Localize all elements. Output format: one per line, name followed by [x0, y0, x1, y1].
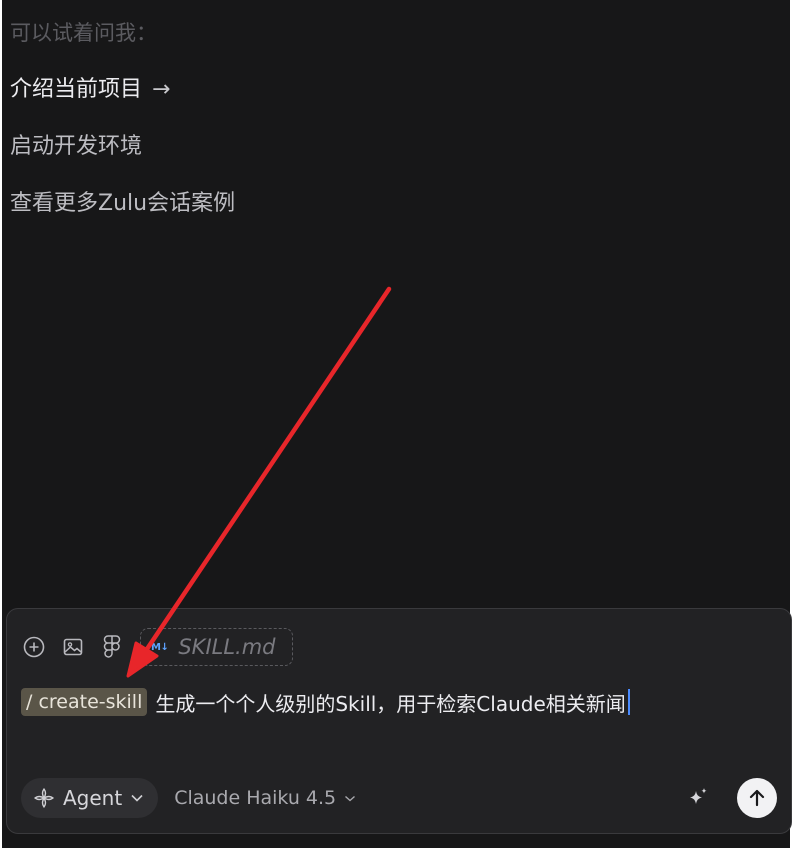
suggestions-header: 可以试着问我： [10, 21, 157, 45]
sparkle-icon[interactable] [683, 783, 713, 813]
suggestion-label: 查看更多Zulu会话案例 [10, 191, 236, 216]
suggestion-label: 启动开发环境 [10, 134, 143, 159]
chevron-down-icon [344, 794, 356, 803]
arrow-right-icon: → [152, 77, 171, 102]
suggestion-start-dev-env[interactable]: 启动开发环境 [10, 132, 235, 162]
send-button[interactable] [737, 778, 777, 818]
model-select[interactable]: Claude Haiku 4.5 [174, 787, 356, 809]
agent-icon [33, 787, 55, 809]
figma-icon[interactable] [99, 634, 125, 660]
image-icon[interactable] [60, 634, 86, 660]
suggestions: 可以试着问我： 介绍当前项目 → 启动开发环境 查看更多Zulu会话案例 [10, 18, 235, 219]
message-input[interactable]: / create-skill 生成一个个人级别的Skill，用于检索Claude… [21, 686, 630, 718]
arrow-up-icon [749, 789, 765, 807]
agent-mode-button[interactable]: Agent [21, 778, 159, 818]
suggestion-more-cases[interactable]: 查看更多Zulu会话案例 [10, 189, 235, 219]
text-caret [627, 689, 630, 715]
chat-panel: 可以试着问我： 介绍当前项目 → 启动开发环境 查看更多Zulu会话案例 M↓ … [2, 0, 792, 848]
command-chip[interactable]: / create-skill [21, 688, 148, 716]
agent-label: Agent [63, 786, 123, 810]
composer-toolbar: M↓ SKILL.md [21, 627, 293, 667]
screenshot-frame: 可以试着问我： 介绍当前项目 → 启动开发环境 查看更多Zulu会话案例 M↓ … [0, 0, 794, 848]
input-text: 生成一个个人级别的Skill，用于检索Claude相关新闻 [155, 691, 626, 716]
chevron-down-icon [130, 793, 144, 803]
markdown-icon: M↓ [151, 641, 169, 653]
composer-footer: Agent Claude Haiku 4.5 [21, 777, 777, 819]
suggestion-label: 介绍当前项目 [10, 77, 143, 102]
suggestion-introduce-project[interactable]: 介绍当前项目 → [10, 75, 235, 105]
attachment-name: SKILL.md [178, 635, 276, 659]
composer: M↓ SKILL.md / create-skill 生成一个个人级别的Skil… [6, 608, 792, 834]
add-icon[interactable] [21, 634, 47, 660]
model-label: Claude Haiku 4.5 [174, 787, 337, 809]
attachment-chip[interactable]: M↓ SKILL.md [140, 628, 293, 666]
